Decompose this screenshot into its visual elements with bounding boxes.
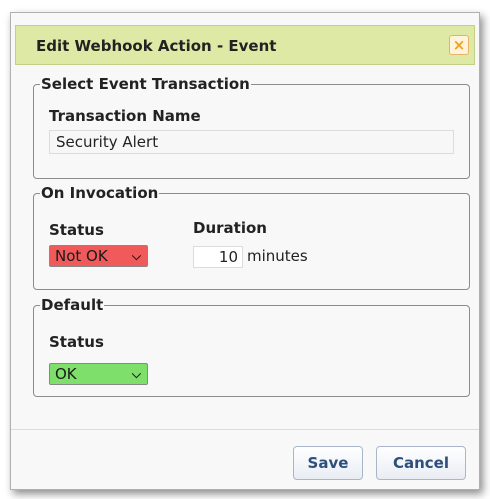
duration-unit: minutes [247,247,308,265]
on-invocation-legend: On Invocation [41,184,159,202]
default-status-select[interactable]: OK ⌵ [49,363,148,385]
dialog-titlebar: Edit Webhook Action - Event × [15,25,475,65]
invocation-status-select[interactable]: Not OK ⌵ [49,245,148,267]
dialog-title: Edit Webhook Action - Event [36,37,277,55]
chevron-down-icon: ⌵ [131,367,141,381]
duration-input[interactable]: 10 [193,246,243,268]
edit-webhook-dialog: Edit Webhook Action - Event × Select Eve… [10,12,480,490]
save-button[interactable]: Save [293,446,363,480]
transaction-name-label: Transaction Name [49,107,201,125]
default-status-value: OK [55,365,77,383]
invocation-status-label: Status [49,221,104,239]
close-button[interactable]: × [449,35,469,55]
cancel-button[interactable]: Cancel [376,446,466,480]
transaction-name-field[interactable]: Security Alert [49,130,454,154]
invocation-status-value: Not OK [55,247,108,265]
close-icon: × [452,36,466,54]
chevron-down-icon: ⌵ [131,249,141,263]
select-event-legend: Select Event Transaction [41,75,250,93]
duration-label: Duration [193,219,267,237]
footer-divider [11,429,479,430]
default-status-label: Status [49,333,104,351]
default-legend: Default [41,296,104,314]
select-event-fieldset: Select Event Transaction [33,75,470,179]
